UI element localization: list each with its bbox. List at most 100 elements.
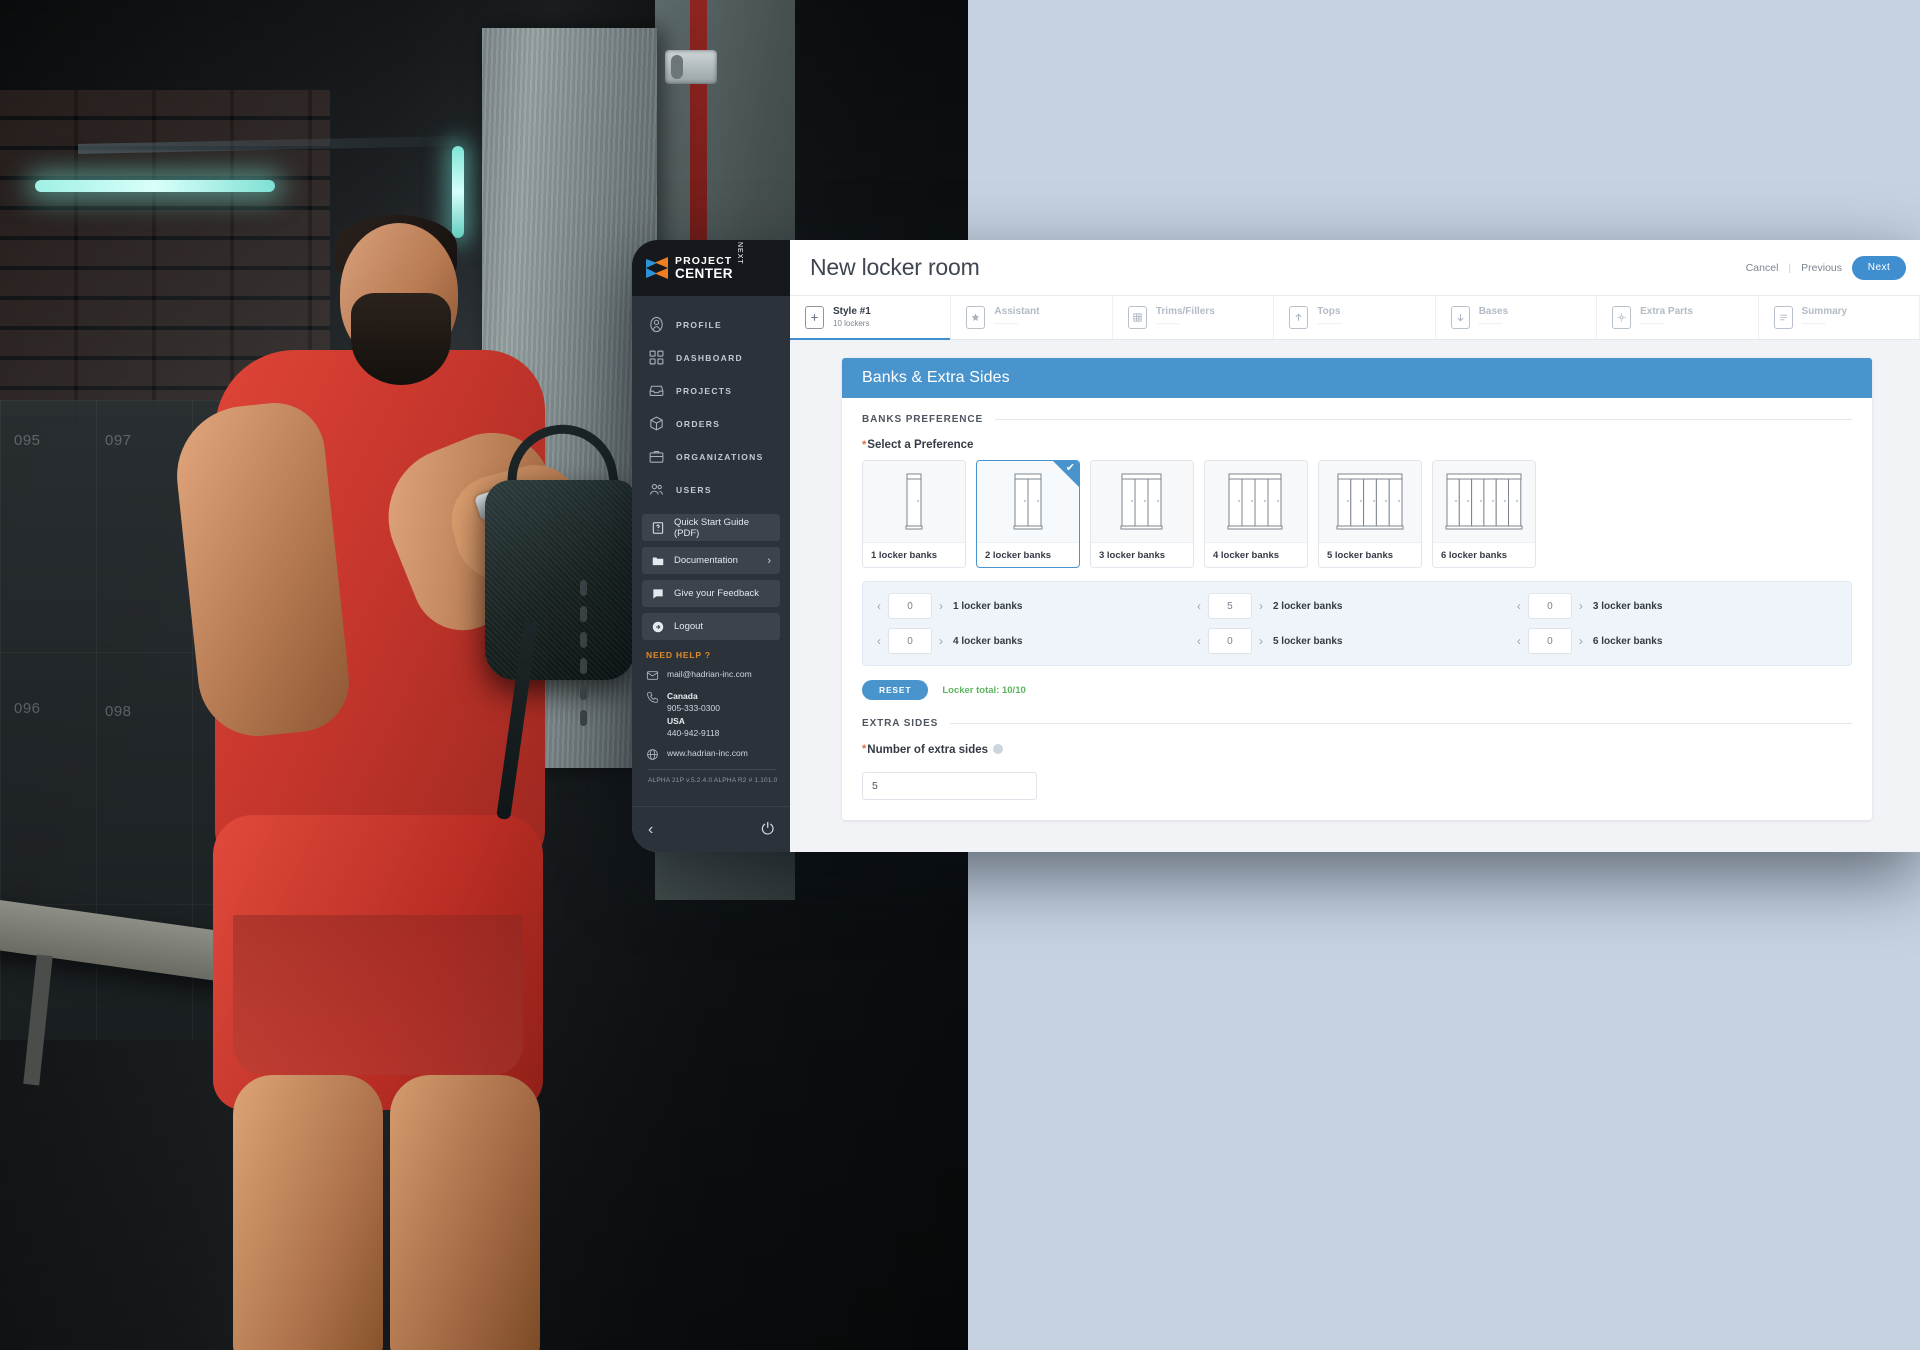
counter-input[interactable] [1207,593,1252,619]
brand-line-2: CENTER [675,265,733,281]
divider [995,419,1852,420]
file-tray-icon [648,382,665,399]
required-asterisk: * [862,439,867,451]
sidebar-item-label: ORGANIZATIONS [676,451,764,462]
locker-thumbnail [1205,461,1307,543]
bank-counters: ‹ › 1 locker banks ‹ › 2 locker banks [862,581,1852,666]
down-doc-icon [1450,306,1470,329]
help-title: NEED HELP ? [646,650,711,660]
tab-tops[interactable]: Tops ——— [1274,296,1436,339]
counter-input[interactable] [1207,628,1252,654]
tab-sublabel: ——— [1640,318,1665,328]
sidebar-item-orders[interactable]: ORDERS [632,407,790,440]
list-doc-icon [1773,306,1793,329]
counter-input[interactable] [1527,593,1572,619]
decrement-icon[interactable]: ‹ [877,599,881,613]
extra-sides-label: EXTRA SIDES [862,718,939,729]
tab-trims-fillers[interactable]: Trims/Fillers ——— [1113,296,1275,339]
sidebar-item-profile[interactable]: PROFILE [632,308,790,341]
app-version: ALPHA 21P v.5.2.4.0 ALPHA R2 # 1.101.0 [648,777,778,785]
tab-style-1[interactable]: Style #1 10 lockers [790,296,952,340]
parts-doc-icon [1612,306,1632,329]
counter-input[interactable] [888,593,932,619]
decrement-icon[interactable]: ‹ [877,634,881,648]
preference-label: 4 locker banks [1213,549,1280,561]
tab-text: Style #1 10 lockers [833,306,871,329]
extra-sides-input[interactable] [862,772,1037,800]
preference-label: 2 locker banks [985,549,1052,561]
increment-icon[interactable]: › [1579,599,1583,613]
app-logo[interactable]: PROJECT CENTER NEXT [632,240,790,296]
documentation-button[interactable]: Documentation › [642,547,780,574]
banks-preference-label: BANKS PREFERENCE [862,414,984,425]
tab-assistant[interactable]: Assistant ——— [951,296,1113,339]
quick-start-guide-button[interactable]: Quick Start Guide (PDF) [642,514,780,541]
divider [648,769,776,771]
feedback-button[interactable]: Give your Feedback [642,580,780,607]
project-center-logo-icon [646,257,668,279]
sidebar-item-label: USERS [676,484,712,495]
tab-summary[interactable]: Summary ——— [1759,296,1920,339]
help-email-row[interactable]: mail@hadrian-inc.com [646,668,778,682]
chevron-right-icon: › [767,554,771,567]
counter-input[interactable] [1527,628,1572,654]
sidebar-item-users[interactable]: USERS [632,473,790,506]
power-icon[interactable]: ⏻ [761,821,774,839]
tab-text: Bases ——— [1479,306,1508,329]
reset-row: RESET Locker total: 10/10 [862,680,1852,700]
box-icon [648,415,665,432]
increment-icon[interactable]: › [1259,599,1263,613]
preference-card-1[interactable]: 1 locker banks [862,460,966,568]
decrement-icon[interactable]: ‹ [1197,599,1201,613]
tab-text: Tops ——— [1317,306,1341,329]
preference-label: 3 locker banks [1099,549,1166,561]
locker-thumbnail [1433,461,1535,543]
info-icon[interactable] [993,744,1004,754]
tab-text: Assistant ——— [994,306,1039,329]
counter-label: 1 locker banks [953,600,1023,612]
decrement-icon[interactable]: ‹ [1517,599,1521,613]
card-title: Banks & Extra Sides [842,358,1872,398]
preference-label: 6 locker banks [1441,549,1508,561]
tab-text: Trims/Fillers ——— [1156,306,1215,329]
sidebar-item-dashboard[interactable]: DASHBOARD [632,341,790,374]
increment-icon[interactable]: › [1259,634,1263,648]
right-leg [390,1075,540,1350]
tab-bases[interactable]: Bases ——— [1436,296,1598,339]
quick-actions: Quick Start Guide (PDF) Documentation › … [632,506,790,640]
sidebar-item-organizations[interactable]: ORGANIZATIONS [632,440,790,473]
preference-card-2[interactable]: ✔ 2 locker banks [976,460,1080,568]
sidebar-item-projects[interactable]: PROJECTS [632,374,790,407]
decrement-icon[interactable]: ‹ [1517,634,1521,648]
sidebar-item-label: ORDERS [676,418,721,429]
increment-icon[interactable]: › [939,599,943,613]
screenshot-root: 095 097 093 096 098 106 [0,0,1920,1350]
increment-icon[interactable]: › [939,634,943,648]
select-preference-text: Select a Preference [867,439,974,451]
sidebar-footer: ‹ ⏻ [632,806,790,852]
coat-hooks [580,580,610,730]
counter-input[interactable] [888,628,932,654]
next-button[interactable]: Next [1852,255,1906,280]
help-website-row[interactable]: www.hadrian-inc.com [646,747,778,761]
reset-button[interactable]: RESET [862,680,929,700]
logout-button[interactable]: Logout [642,613,780,640]
left-leg [233,1075,383,1350]
cancel-button[interactable]: Cancel [1746,262,1779,274]
tab-label: Summary [1801,306,1848,318]
quick-action-label: Logout [674,621,704,632]
tab-extra-parts[interactable]: Extra Parts ——— [1597,296,1759,339]
previous-button[interactable]: Previous [1801,262,1842,274]
banks-extra-sides-card: Banks & Extra Sides BANKS PREFERENCE *Se… [842,358,1872,820]
quick-action-label: Give your Feedback [674,588,760,599]
increment-icon[interactable]: › [1579,634,1583,648]
counter-4-locker-banks: ‹ › 4 locker banks [877,628,1197,654]
preference-card-3[interactable]: 3 locker banks [1090,460,1194,568]
decrement-icon[interactable]: ‹ [1197,634,1201,648]
preference-card-4[interactable]: 4 locker banks [1204,460,1308,568]
collapse-sidebar-icon[interactable]: ‹ [648,821,653,839]
preference-card-6[interactable]: 6 locker banks [1432,460,1536,568]
briefcase-icon [648,448,665,465]
locker-number: 098 [105,703,132,720]
preference-card-5[interactable]: 5 locker banks [1318,460,1422,568]
